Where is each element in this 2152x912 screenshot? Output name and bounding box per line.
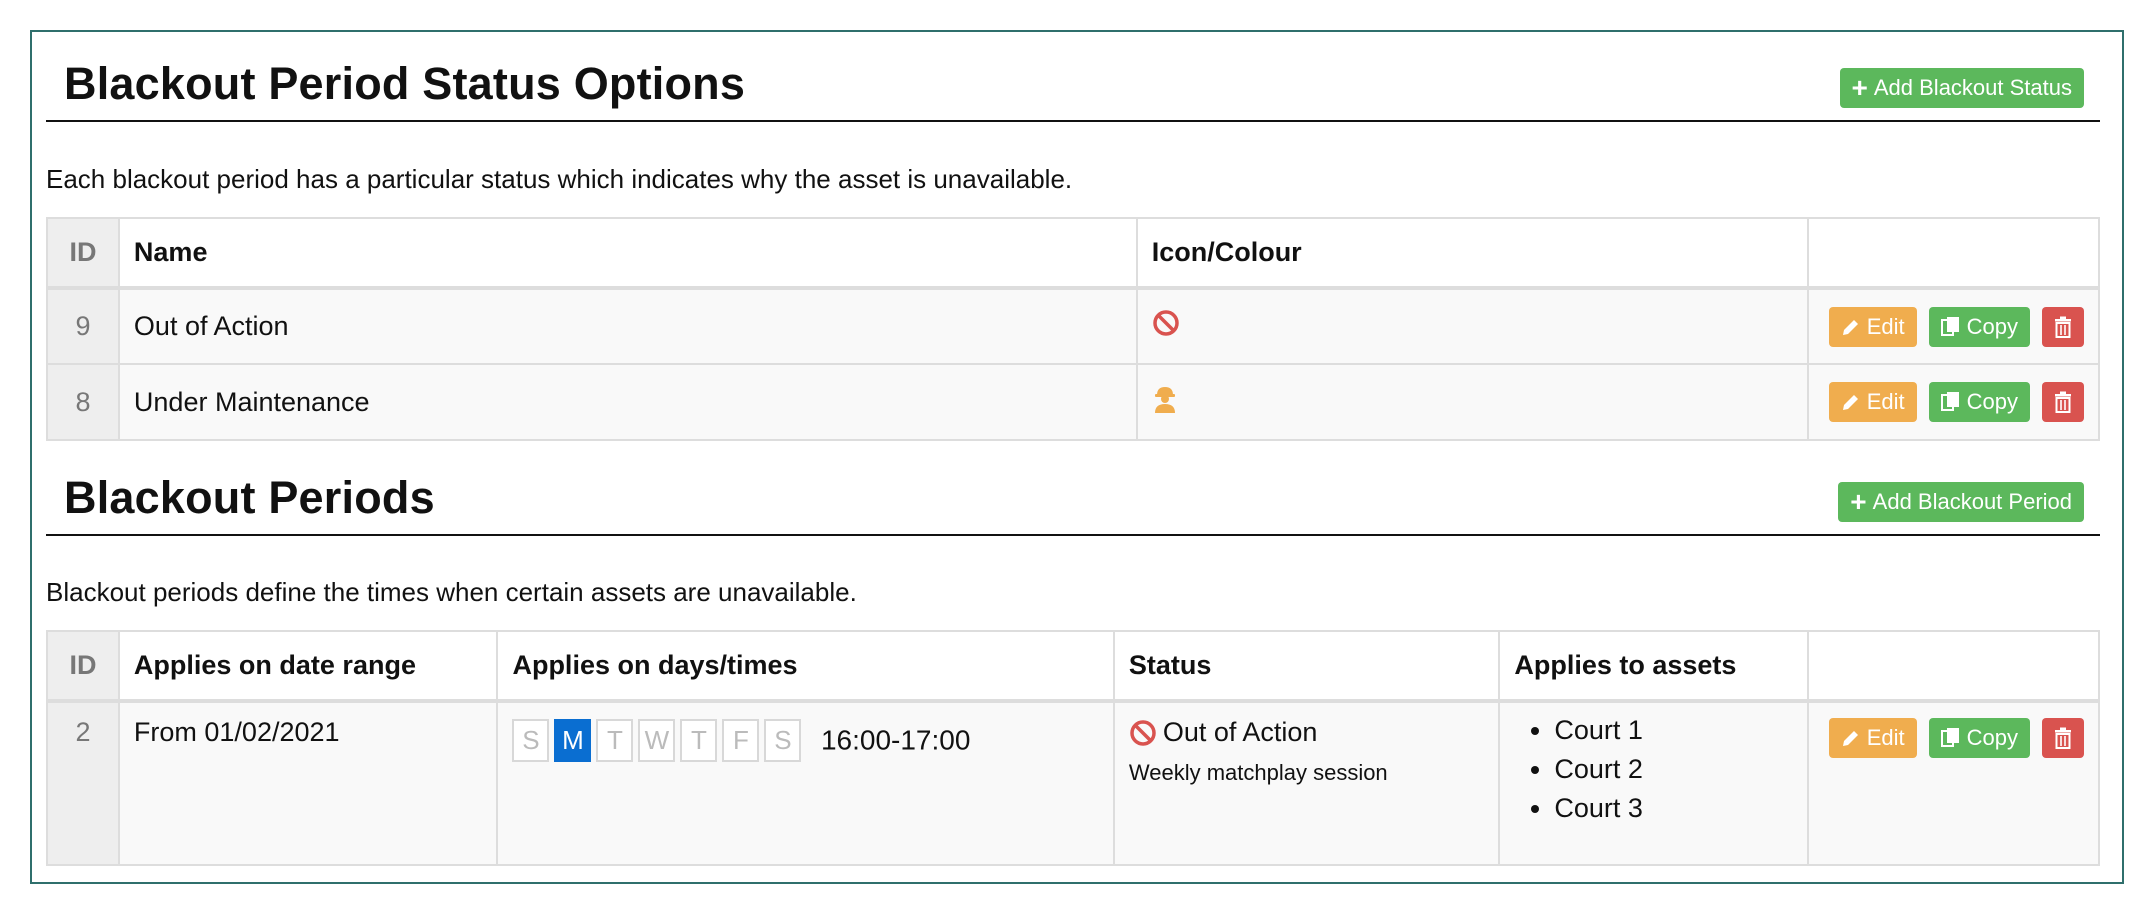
row-days-times: S M T W T F S 16:00-17:00 <box>496 700 1115 866</box>
row-assets: Court 1 Court 2 Court 3 <box>1498 700 1809 866</box>
status-section-header: Blackout Period Status Options + Add Bla… <box>46 32 2100 122</box>
periods-section-title: Blackout Periods <box>64 472 435 523</box>
row-name: Under Maintenance <box>117 363 1138 441</box>
copy-button[interactable]: Copy <box>1928 382 2030 422</box>
periods-section-header: Blackout Periods + Add Blackout Period <box>46 444 2100 536</box>
row-id: 9 <box>46 287 120 365</box>
content-panel: Blackout Period Status Options + Add Bla… <box>30 30 2124 884</box>
list-item: Court 1 <box>1554 711 1793 750</box>
worker-icon <box>1152 386 1178 420</box>
add-blackout-status-label: Add Blackout Status <box>1873 75 2072 100</box>
row-date-range: From 01/02/2021 <box>117 700 499 866</box>
row-id: 2 <box>46 700 120 866</box>
status-table: ID Name Icon/Colour 9 Out of Action Edit… <box>46 217 2101 441</box>
pencil-icon <box>1842 731 1858 746</box>
table-row: 9 Out of Action Edit Copy <box>46 287 2101 365</box>
trash-icon <box>2055 316 2071 338</box>
time-range: 16:00-17:00 <box>820 724 971 756</box>
edit-label: Edit <box>1866 389 1905 414</box>
row-icon-cell <box>1135 287 1809 365</box>
copy-label: Copy <box>1966 725 2018 750</box>
day-friday: F <box>722 719 760 762</box>
column-header-date-range: Applies on date range <box>117 630 499 703</box>
column-header-assets: Applies to assets <box>1498 630 1809 703</box>
delete-button[interactable] <box>2042 382 2084 422</box>
add-blackout-period-button[interactable]: + Add Blackout Period <box>1838 482 2084 522</box>
column-header-icon-colour: Icon/Colour <box>1135 217 1809 290</box>
periods-section-description: Blackout periods define the times when c… <box>46 577 857 607</box>
column-header-name: Name <box>117 217 1138 290</box>
copy-icon <box>1940 316 1959 336</box>
delete-button[interactable] <box>2042 306 2084 347</box>
edit-button[interactable]: Edit <box>1828 306 1917 347</box>
table-row: 2 From 01/02/2021 S M T W T F S 16:00-17… <box>46 700 2101 866</box>
asset-list: Court 1 Court 2 Court 3 <box>1514 711 1793 828</box>
column-header-actions <box>1806 217 2101 290</box>
day-thursday: T <box>680 719 718 762</box>
status-note: Weekly matchplay session <box>1128 760 1388 785</box>
column-header-days-times: Applies on days/times <box>496 630 1115 703</box>
copy-button[interactable]: Copy <box>1928 718 2030 758</box>
copy-icon <box>1940 728 1959 747</box>
status-section-description: Each blackout period has a particular st… <box>46 164 1073 194</box>
table-header-row: ID Name Icon/Colour <box>46 217 2101 290</box>
day-sunday: S <box>512 719 550 762</box>
no-entry-icon <box>1129 719 1157 747</box>
periods-table: ID Applies on date range Applies on days… <box>46 630 2101 866</box>
row-actions: Edit Copy <box>1806 363 2101 441</box>
day-saturday: S <box>764 719 802 762</box>
copy-button[interactable]: Copy <box>1928 306 2030 347</box>
status-section-title: Blackout Period Status Options <box>64 58 746 109</box>
list-item: Court 2 <box>1554 750 1793 789</box>
plus-icon: + <box>1850 486 1867 517</box>
add-blackout-period-label: Add Blackout Period <box>1872 489 2072 514</box>
delete-button[interactable] <box>2042 718 2084 758</box>
trash-icon <box>2055 391 2071 413</box>
edit-button[interactable]: Edit <box>1828 382 1917 422</box>
list-item: Court 3 <box>1554 789 1793 828</box>
row-id: 8 <box>46 363 120 441</box>
plus-icon: + <box>1851 72 1868 103</box>
row-icon-cell <box>1135 363 1809 441</box>
edit-label: Edit <box>1866 313 1905 339</box>
copy-label: Copy <box>1966 313 2018 339</box>
edit-button[interactable]: Edit <box>1828 718 1917 758</box>
row-actions: Edit Copy <box>1806 287 2101 365</box>
no-entry-icon <box>1152 310 1180 343</box>
copy-icon <box>1940 392 1959 411</box>
row-name: Out of Action <box>117 287 1138 365</box>
day-tuesday: T <box>596 719 634 762</box>
pencil-icon <box>1842 395 1858 410</box>
copy-label: Copy <box>1966 389 2018 414</box>
trash-icon <box>2055 727 2071 749</box>
day-monday: M <box>554 719 592 762</box>
column-header-actions <box>1806 630 2101 703</box>
status-label: Out of Action <box>1162 717 1318 747</box>
add-blackout-status-button[interactable]: + Add Blackout Status <box>1839 68 2084 108</box>
row-actions: Edit Copy <box>1806 700 2101 866</box>
row-status: Out of Action Weekly matchplay session <box>1112 700 1501 866</box>
column-header-id: ID <box>46 217 120 290</box>
table-row: 8 Under Maintenance Edit Copy <box>46 363 2101 441</box>
edit-label: Edit <box>1866 725 1905 750</box>
column-header-id: ID <box>46 630 120 703</box>
table-header-row: ID Applies on date range Applies on days… <box>46 630 2101 703</box>
day-wednesday: W <box>638 719 676 762</box>
column-header-status: Status <box>1112 630 1501 703</box>
weekday-selector: S M T W T F S <box>512 719 802 762</box>
pencil-icon <box>1842 319 1858 335</box>
